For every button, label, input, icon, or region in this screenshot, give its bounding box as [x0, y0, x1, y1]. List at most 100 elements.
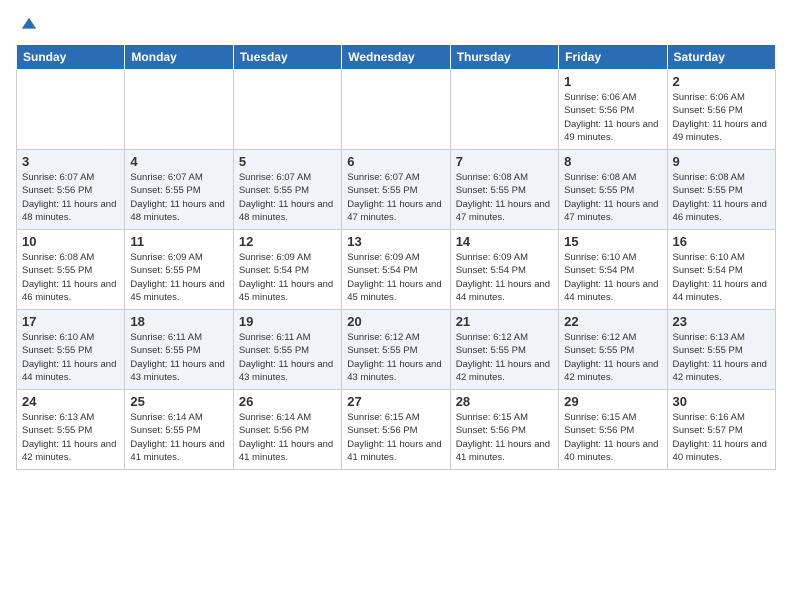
- weekday-header-sunday: Sunday: [17, 45, 125, 70]
- day-info: Sunrise: 6:13 AM Sunset: 5:55 PM Dayligh…: [673, 331, 770, 384]
- day-info: Sunrise: 6:07 AM Sunset: 5:55 PM Dayligh…: [130, 171, 227, 224]
- calendar-week-row: 3Sunrise: 6:07 AM Sunset: 5:56 PM Daylig…: [17, 150, 776, 230]
- day-number: 10: [22, 234, 119, 249]
- calendar-week-row: 1 Sunrise: 6:06 AM Sunset: 5:56 PM Daylig…: [17, 70, 776, 150]
- day-info: Sunrise: 6:16 AM Sunset: 5:57 PM Dayligh…: [673, 411, 770, 464]
- calendar-day-cell: 12Sunrise: 6:09 AM Sunset: 5:54 PM Dayli…: [233, 230, 341, 310]
- day-number: 23: [673, 314, 770, 329]
- weekday-header-wednesday: Wednesday: [342, 45, 450, 70]
- day-info: Sunrise: 6:06 AM Sunset: 5:56 PM Dayligh…: [564, 91, 661, 144]
- day-number: 7: [456, 154, 553, 169]
- calendar-week-row: 17 Sunrise: 6:10 AM Sunset: 5:55 PM Dayli…: [17, 310, 776, 390]
- day-info: Sunrise: 6:14 AM Sunset: 5:56 PM Dayligh…: [239, 411, 336, 464]
- day-number: 3: [22, 154, 119, 169]
- day-info: Sunrise: 6:12 AM Sunset: 5:55 PM Dayligh…: [456, 331, 553, 384]
- calendar-day-cell: 14 Sunrise: 6:09 AM Sunset: 5:54 PM Dayli…: [450, 230, 558, 310]
- day-info: Sunrise: 6:15 AM Sunset: 5:56 PM Dayligh…: [456, 411, 553, 464]
- day-info: Sunrise: 6:08 AM Sunset: 5:55 PM Dayligh…: [564, 171, 661, 224]
- day-number: 1: [564, 74, 661, 89]
- day-number: 25: [130, 394, 227, 409]
- day-info: Sunrise: 6:09 AM Sunset: 5:54 PM Dayligh…: [347, 251, 444, 304]
- day-info: Sunrise: 6:08 AM Sunset: 5:55 PM Dayligh…: [456, 171, 553, 224]
- weekday-header-saturday: Saturday: [667, 45, 775, 70]
- day-number: 5: [239, 154, 336, 169]
- day-number: 8: [564, 154, 661, 169]
- day-number: 16: [673, 234, 770, 249]
- empty-day-cell: [342, 70, 450, 150]
- day-info: Sunrise: 6:07 AM Sunset: 5:55 PM Dayligh…: [239, 171, 336, 224]
- calendar-day-cell: 22 Sunrise: 6:12 AM Sunset: 5:55 PM Dayli…: [559, 310, 667, 390]
- day-number: 18: [130, 314, 227, 329]
- day-number: 22: [564, 314, 661, 329]
- calendar-day-cell: 8 Sunrise: 6:08 AM Sunset: 5:55 PM Daylig…: [559, 150, 667, 230]
- day-info: Sunrise: 6:08 AM Sunset: 5:55 PM Dayligh…: [22, 251, 119, 304]
- day-info: Sunrise: 6:10 AM Sunset: 5:54 PM Dayligh…: [673, 251, 770, 304]
- calendar-day-cell: 11 Sunrise: 6:09 AM Sunset: 5:55 PM Dayli…: [125, 230, 233, 310]
- weekday-header-tuesday: Tuesday: [233, 45, 341, 70]
- day-info: Sunrise: 6:13 AM Sunset: 5:55 PM Dayligh…: [22, 411, 119, 464]
- calendar-day-cell: 25Sunrise: 6:14 AM Sunset: 5:55 PM Dayli…: [125, 390, 233, 470]
- calendar-day-cell: 21 Sunrise: 6:12 AM Sunset: 5:55 PM Dayli…: [450, 310, 558, 390]
- day-info: Sunrise: 6:10 AM Sunset: 5:55 PM Dayligh…: [22, 331, 119, 384]
- calendar-day-cell: 26Sunrise: 6:14 AM Sunset: 5:56 PM Dayli…: [233, 390, 341, 470]
- calendar-day-cell: 23 Sunrise: 6:13 AM Sunset: 5:55 PM Dayli…: [667, 310, 775, 390]
- calendar-day-cell: 18 Sunrise: 6:11 AM Sunset: 5:55 PM Dayli…: [125, 310, 233, 390]
- day-info: Sunrise: 6:12 AM Sunset: 5:55 PM Dayligh…: [347, 331, 444, 384]
- day-number: 14: [456, 234, 553, 249]
- calendar-day-cell: 17 Sunrise: 6:10 AM Sunset: 5:55 PM Dayli…: [17, 310, 125, 390]
- day-number: 4: [130, 154, 227, 169]
- weekday-header-monday: Monday: [125, 45, 233, 70]
- day-info: Sunrise: 6:10 AM Sunset: 5:54 PM Dayligh…: [564, 251, 661, 304]
- calendar-week-row: 24Sunrise: 6:13 AM Sunset: 5:55 PM Dayli…: [17, 390, 776, 470]
- day-number: 27: [347, 394, 444, 409]
- day-number: 21: [456, 314, 553, 329]
- calendar-day-cell: 4 Sunrise: 6:07 AM Sunset: 5:55 PM Daylig…: [125, 150, 233, 230]
- empty-day-cell: [233, 70, 341, 150]
- day-number: 17: [22, 314, 119, 329]
- day-number: 11: [130, 234, 227, 249]
- day-number: 6: [347, 154, 444, 169]
- calendar-day-cell: 27 Sunrise: 6:15 AM Sunset: 5:56 PM Dayli…: [342, 390, 450, 470]
- day-info: Sunrise: 6:08 AM Sunset: 5:55 PM Dayligh…: [673, 171, 770, 224]
- day-number: 13: [347, 234, 444, 249]
- calendar-day-cell: 28 Sunrise: 6:15 AM Sunset: 5:56 PM Dayli…: [450, 390, 558, 470]
- calendar-week-row: 10 Sunrise: 6:08 AM Sunset: 5:55 PM Dayli…: [17, 230, 776, 310]
- day-number: 15: [564, 234, 661, 249]
- calendar-day-cell: 6 Sunrise: 6:07 AM Sunset: 5:55 PM Daylig…: [342, 150, 450, 230]
- day-info: Sunrise: 6:09 AM Sunset: 5:55 PM Dayligh…: [130, 251, 227, 304]
- calendar-day-cell: 5 Sunrise: 6:07 AM Sunset: 5:55 PM Daylig…: [233, 150, 341, 230]
- day-info: Sunrise: 6:15 AM Sunset: 5:56 PM Dayligh…: [347, 411, 444, 464]
- day-number: 20: [347, 314, 444, 329]
- day-number: 28: [456, 394, 553, 409]
- page-header: [16, 16, 776, 34]
- empty-day-cell: [125, 70, 233, 150]
- day-info: Sunrise: 6:11 AM Sunset: 5:55 PM Dayligh…: [130, 331, 227, 384]
- calendar-day-cell: 30 Sunrise: 6:16 AM Sunset: 5:57 PM Dayli…: [667, 390, 775, 470]
- day-info: Sunrise: 6:12 AM Sunset: 5:55 PM Dayligh…: [564, 331, 661, 384]
- day-info: Sunrise: 6:06 AM Sunset: 5:56 PM Dayligh…: [673, 91, 770, 144]
- day-number: 30: [673, 394, 770, 409]
- weekday-header-friday: Friday: [559, 45, 667, 70]
- calendar-day-cell: 13 Sunrise: 6:09 AM Sunset: 5:54 PM Dayli…: [342, 230, 450, 310]
- calendar-day-cell: 29 Sunrise: 6:15 AM Sunset: 5:56 PM Dayli…: [559, 390, 667, 470]
- logo-icon: [20, 16, 38, 34]
- calendar-day-cell: 2 Sunrise: 6:06 AM Sunset: 5:56 PM Daylig…: [667, 70, 775, 150]
- day-number: 2: [673, 74, 770, 89]
- day-number: 9: [673, 154, 770, 169]
- calendar-day-cell: 10 Sunrise: 6:08 AM Sunset: 5:55 PM Dayli…: [17, 230, 125, 310]
- calendar-day-cell: 1 Sunrise: 6:06 AM Sunset: 5:56 PM Daylig…: [559, 70, 667, 150]
- day-info: Sunrise: 6:09 AM Sunset: 5:54 PM Dayligh…: [239, 251, 336, 304]
- day-info: Sunrise: 6:09 AM Sunset: 5:54 PM Dayligh…: [456, 251, 553, 304]
- calendar-table: SundayMondayTuesdayWednesdayThursdayFrid…: [16, 44, 776, 470]
- day-number: 29: [564, 394, 661, 409]
- day-number: 19: [239, 314, 336, 329]
- calendar-day-cell: 19Sunrise: 6:11 AM Sunset: 5:55 PM Dayli…: [233, 310, 341, 390]
- empty-day-cell: [17, 70, 125, 150]
- calendar-day-cell: 7 Sunrise: 6:08 AM Sunset: 5:55 PM Daylig…: [450, 150, 558, 230]
- calendar-day-cell: 24Sunrise: 6:13 AM Sunset: 5:55 PM Dayli…: [17, 390, 125, 470]
- calendar-day-cell: 9 Sunrise: 6:08 AM Sunset: 5:55 PM Daylig…: [667, 150, 775, 230]
- calendar-day-cell: 15 Sunrise: 6:10 AM Sunset: 5:54 PM Dayli…: [559, 230, 667, 310]
- day-info: Sunrise: 6:07 AM Sunset: 5:55 PM Dayligh…: [347, 171, 444, 224]
- day-info: Sunrise: 6:15 AM Sunset: 5:56 PM Dayligh…: [564, 411, 661, 464]
- empty-day-cell: [450, 70, 558, 150]
